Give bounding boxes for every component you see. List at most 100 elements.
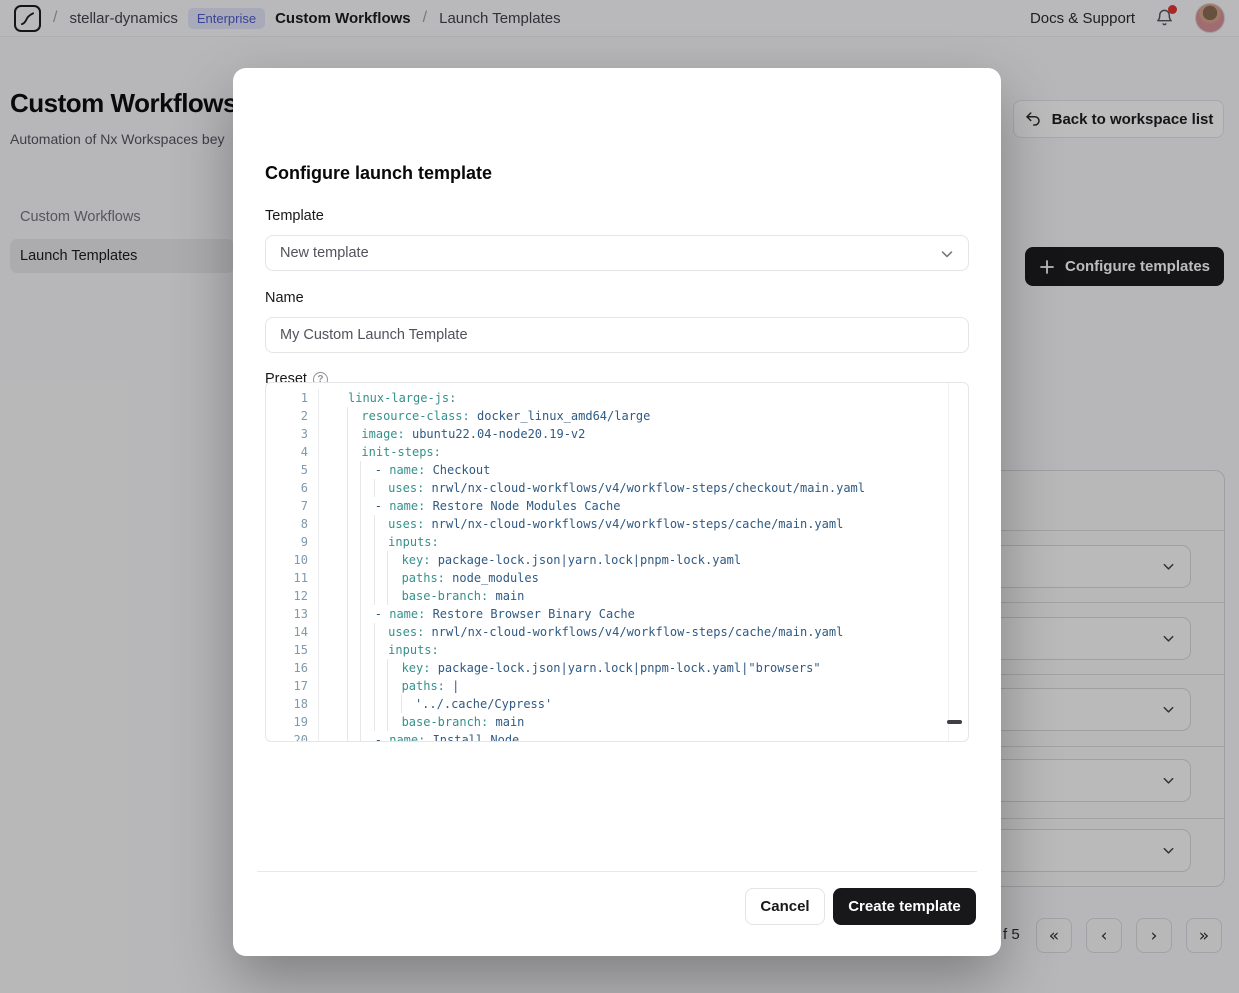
line-number: 20 — [266, 731, 319, 742]
indent-guide — [347, 533, 361, 551]
line-number: 16 — [266, 659, 319, 677]
indent-guide — [360, 713, 374, 731]
indent-guide — [387, 569, 401, 587]
editor-line: 4init-steps: — [266, 443, 968, 461]
indent-guide — [374, 623, 388, 641]
editor-line: 10key: package-lock.json|yarn.lock|pnpm-… — [266, 551, 968, 569]
indent-guide — [347, 551, 361, 569]
indent-guide — [360, 695, 374, 713]
indent-guide — [360, 641, 374, 659]
editor-line: 16key: package-lock.json|yarn.lock|pnpm-… — [266, 659, 968, 677]
indent-guide — [387, 587, 401, 605]
line-number: 14 — [266, 623, 319, 641]
line-number: 12 — [266, 587, 319, 605]
editor-line: 7- name: Restore Node Modules Cache — [266, 497, 968, 515]
indent-guide — [360, 461, 374, 479]
indent-guide — [347, 461, 361, 479]
indent-guide — [347, 479, 361, 497]
indent-guide — [360, 569, 374, 587]
modal-footer-divider — [257, 871, 977, 872]
indent-guide — [347, 587, 361, 605]
configure-launch-template-modal: Configure launch template Template New t… — [233, 68, 1001, 956]
modal-title: Configure launch template — [265, 163, 492, 184]
line-number: 18 — [266, 695, 319, 713]
indent-guide — [374, 587, 388, 605]
indent-guide — [347, 407, 361, 425]
indent-guide — [374, 695, 388, 713]
name-input[interactable] — [265, 317, 969, 353]
indent-guide — [360, 587, 374, 605]
indent-guide — [374, 641, 388, 659]
indent-guide — [374, 713, 388, 731]
editor-line: 9inputs: — [266, 533, 968, 551]
indent-guide — [347, 695, 361, 713]
indent-guide — [374, 677, 388, 695]
indent-guide — [401, 695, 415, 713]
indent-guide — [387, 677, 401, 695]
editor-line: 12base-branch: main — [266, 587, 968, 605]
chevron-down-icon — [939, 246, 955, 262]
editor-scrollbar-thumb[interactable] — [947, 720, 962, 724]
line-number: 5 — [266, 461, 319, 479]
line-number: 6 — [266, 479, 319, 497]
indent-guide — [360, 497, 374, 515]
indent-guide — [387, 713, 401, 731]
editor-line: 8uses: nrwl/nx-cloud-workflows/v4/workfl… — [266, 515, 968, 533]
indent-guide — [374, 533, 388, 551]
editor-line: 6uses: nrwl/nx-cloud-workflows/v4/workfl… — [266, 479, 968, 497]
line-number: 4 — [266, 443, 319, 461]
template-label: Template — [265, 208, 324, 224]
editor-line: 13- name: Restore Browser Binary Cache — [266, 605, 968, 623]
indent-guide — [374, 515, 388, 533]
indent-guide — [360, 551, 374, 569]
editor-line: 19base-branch: main — [266, 713, 968, 731]
editor-line: 14uses: nrwl/nx-cloud-workflows/v4/workf… — [266, 623, 968, 641]
indent-guide — [360, 479, 374, 497]
indent-guide — [374, 479, 388, 497]
line-number: 7 — [266, 497, 319, 515]
indent-guide — [347, 641, 361, 659]
indent-guide — [360, 605, 374, 623]
indent-guide — [374, 551, 388, 569]
editor-line: 3image: ubuntu22.04-node20.19-v2 — [266, 425, 968, 443]
line-number: 17 — [266, 677, 319, 695]
indent-guide — [360, 515, 374, 533]
indent-guide — [360, 623, 374, 641]
indent-guide — [374, 569, 388, 587]
indent-guide — [347, 623, 361, 641]
line-number: 3 — [266, 425, 319, 443]
editor-line: 2resource-class: docker_linux_amd64/larg… — [266, 407, 968, 425]
editor-line: 20- name: Install Node — [266, 731, 968, 742]
line-number: 9 — [266, 533, 319, 551]
editor-line: 17paths: | — [266, 677, 968, 695]
indent-guide — [360, 677, 374, 695]
create-template-button[interactable]: Create template — [833, 888, 976, 925]
indent-guide — [347, 713, 361, 731]
line-number: 11 — [266, 569, 319, 587]
indent-guide — [347, 443, 361, 461]
indent-guide — [347, 515, 361, 533]
indent-guide — [347, 425, 361, 443]
editor-line: 18'../.cache/Cypress' — [266, 695, 968, 713]
line-number: 13 — [266, 605, 319, 623]
indent-guide — [387, 659, 401, 677]
line-number: 8 — [266, 515, 319, 533]
line-number: 10 — [266, 551, 319, 569]
indent-guide — [347, 731, 361, 742]
editor-scrollbar-track — [948, 383, 949, 741]
line-number: 19 — [266, 713, 319, 731]
line-number: 1 — [266, 389, 319, 407]
line-number: 15 — [266, 641, 319, 659]
indent-guide — [374, 659, 388, 677]
editor-line: 5- name: Checkout — [266, 461, 968, 479]
cancel-button[interactable]: Cancel — [745, 888, 825, 925]
indent-guide — [347, 497, 361, 515]
line-number: 2 — [266, 407, 319, 425]
indent-guide — [347, 677, 361, 695]
indent-guide — [347, 569, 361, 587]
yaml-code-editor[interactable]: 1linux-large-js:2resource-class: docker_… — [265, 382, 969, 742]
indent-guide — [347, 659, 361, 677]
template-select[interactable]: New template — [265, 235, 969, 271]
indent-guide — [360, 533, 374, 551]
editor-line: 1linux-large-js: — [266, 389, 968, 407]
